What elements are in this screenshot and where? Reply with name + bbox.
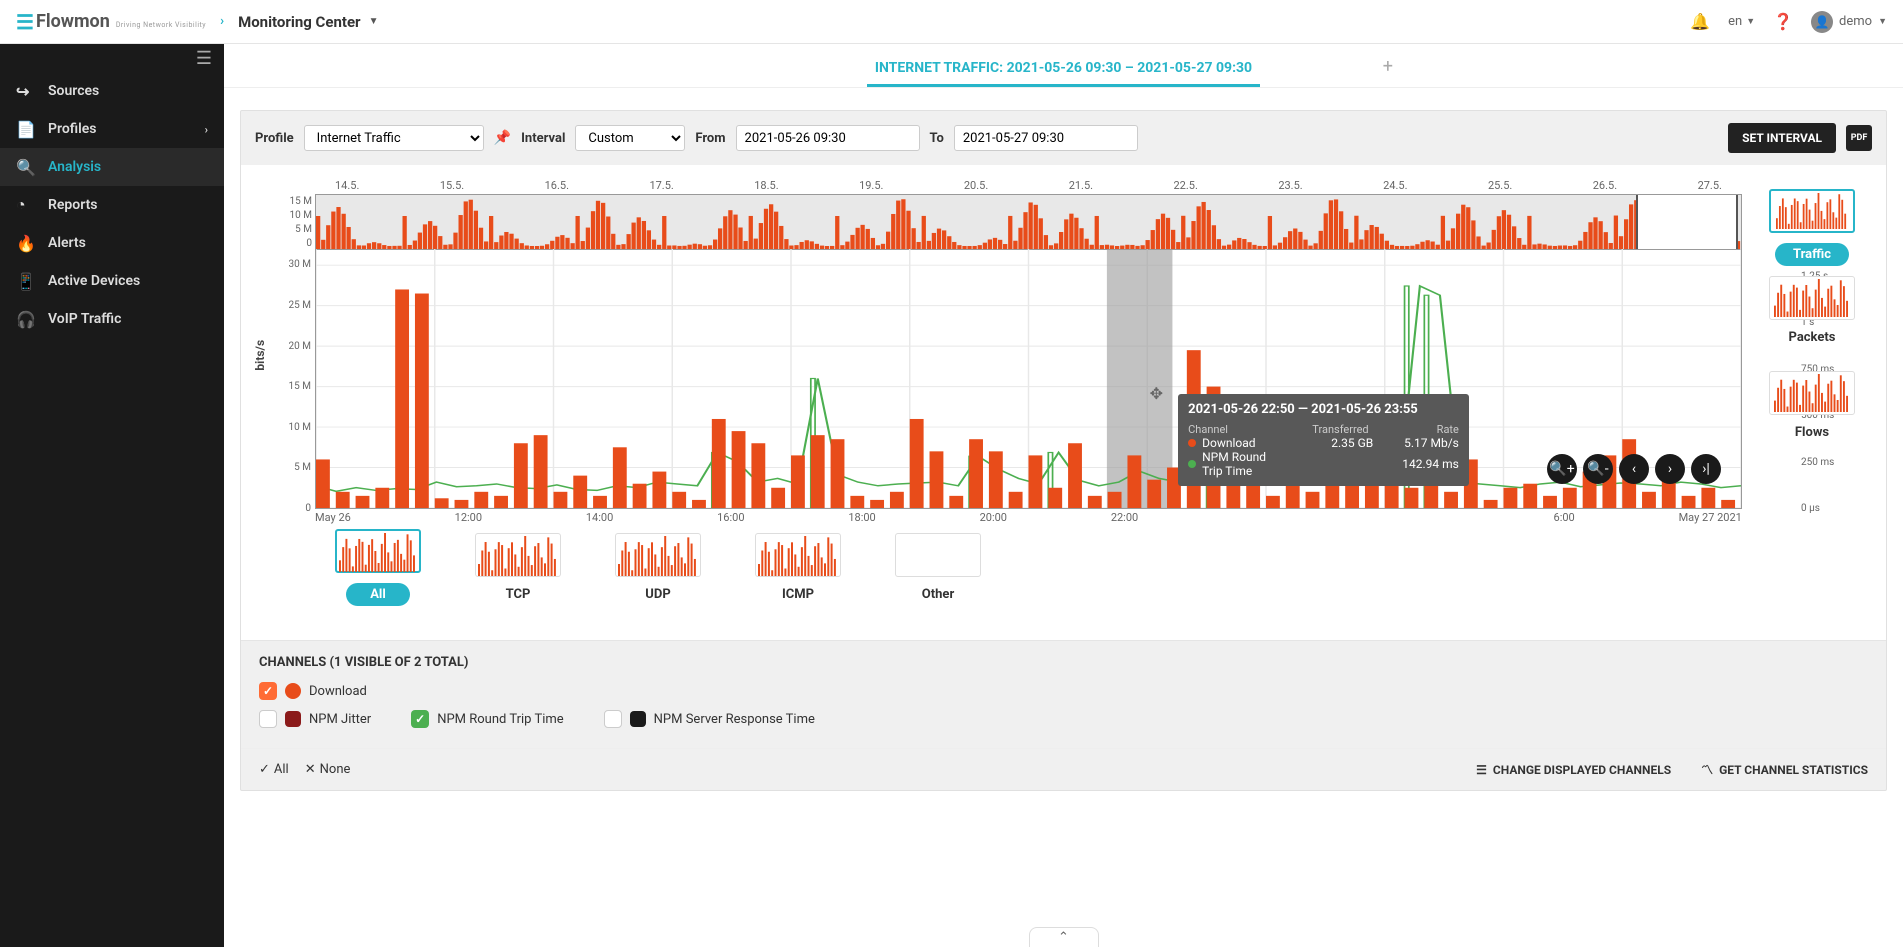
color-swatch [285,711,301,727]
change-channels-button[interactable]: ☰CHANGE DISPLAYED CHANNELS [1476,761,1671,778]
nav-icon: 🎧 [16,310,38,329]
nav-analysis[interactable]: 🔍Analysis [0,148,224,186]
nav-end-button[interactable]: ›| [1691,454,1721,484]
checkbox-icon[interactable]: ✓ [411,710,429,728]
tab-internet-traffic[interactable]: INTERNET TRAFFIC: 2021-05-26 09:30 – 202… [867,60,1260,87]
sidebar-toggle[interactable]: ☰ [0,44,224,72]
stats-icon: 〽 [1701,761,1713,778]
nav-sources[interactable]: ↪Sources [0,72,224,110]
export-pdf-button[interactable]: PDF [1846,125,1872,151]
chart-tab-icmp[interactable]: ICMP [755,533,841,602]
chart-tab-other[interactable]: Other [895,533,981,602]
chart-tabs: All TCP UDP ICMP Other [255,509,1752,626]
notifications-icon[interactable]: 🔔 [1690,12,1710,31]
bottom-panel-toggle[interactable]: ⌃ [1029,927,1099,947]
nav-next-button[interactable]: › [1655,454,1685,484]
color-swatch [285,683,301,699]
checkbox-icon[interactable]: ✓ [259,682,277,700]
nav-icon: 🔥 [16,234,38,253]
chevron-up-icon: ⌃ [1058,930,1069,945]
main-chart[interactable]: bits/s 🔍+ 🔍- ‹ › ›| ✥ 2021-05-26 22:5 [315,249,1742,509]
from-label: From [695,131,725,146]
zoom-out-button[interactable]: 🔍- [1583,454,1613,484]
analysis-panel: Profile Internet Traffic 📌 Interval Cust… [240,110,1887,791]
pin-icon[interactable]: 📌 [494,130,511,146]
y-axis-label: bits/s [253,339,267,370]
profile-label: Profile [255,131,294,146]
right-tab-packets[interactable] [1769,276,1855,320]
chart-tab-udp[interactable]: UDP [615,533,701,602]
channel-npm-round-trip-time[interactable]: ✓NPM Round Trip Time [411,710,563,728]
breadcrumb-sep-icon: › [220,14,224,29]
color-swatch [630,711,646,727]
chevron-down-icon: ▼ [1878,16,1887,27]
topbar: ☰ Flowmon Driving Network Visibility › M… [0,0,1903,44]
topbar-right: 🔔 en ▼ ❓ 👤 demo ▼ [1690,11,1887,33]
chart-tab-tcp[interactable]: TCP [475,533,561,602]
channel-stats-button[interactable]: 〽GET CHANNEL STATISTICS [1701,761,1868,778]
channel-npm-jitter[interactable]: NPM Jitter [259,710,371,728]
select-none-link[interactable]: ✕ None [305,762,351,777]
sidebar: ☰ ↪Sources📄Profiles›🔍Analysis◔Reports🔥Al… [0,44,224,947]
overview-chart[interactable]: 14.5.15.5.16.5.17.5.18.5.19.5.20.5.21.5.… [315,179,1742,249]
channel-npm-server-response-time[interactable]: NPM Server Response Time [604,710,815,728]
select-all-link[interactable]: ✓ All [259,762,289,777]
chart-tooltip: 2021-05-26 22:50 — 2021-05-26 23:55 Chan… [1178,394,1469,486]
logo-icon: ☰ [16,10,30,34]
checkbox-icon[interactable] [604,710,622,728]
from-input[interactable] [736,125,920,151]
nav-icon: ◔ [16,195,38,215]
user-avatar-icon: 👤 [1811,11,1833,33]
channels-footer: ✓ All ✕ None ☰CHANGE DISPLAYED CHANNELS … [241,748,1886,790]
right-tab-flows[interactable] [1769,371,1855,415]
nav-reports[interactable]: ◔Reports [0,186,224,224]
brand-name: Flowmon [36,11,110,32]
right-tab-traffic[interactable] [1769,189,1855,233]
language-selector[interactable]: en ▼ [1728,14,1755,29]
channels-title: CHANNELS (1 VISIBLE OF 2 TOTAL) [259,655,1868,670]
channel-download[interactable]: ✓Download [259,682,367,700]
language-label: en [1728,14,1742,29]
zoom-in-button[interactable]: 🔍+ [1547,454,1577,484]
set-interval-button[interactable]: SET INTERVAL [1728,123,1836,153]
chevron-down-icon: ▼ [1746,16,1755,27]
brand-tagline: Driving Network Visibility [116,21,206,29]
controls-bar: Profile Internet Traffic 📌 Interval Cust… [241,111,1886,165]
checkbox-icon[interactable] [259,710,277,728]
user-name: demo [1839,14,1872,29]
channels-section: CHANNELS (1 VISIBLE OF 2 TOTAL) ✓Downloa… [241,640,1886,748]
chart-nav-buttons: 🔍+ 🔍- ‹ › ›| [1547,454,1721,484]
main: INTERNET TRAFFIC: 2021-05-26 09:30 – 202… [224,44,1903,947]
profile-select[interactable]: Internet Traffic [304,125,484,151]
nav-active-devices[interactable]: 📱Active Devices [0,262,224,300]
user-menu[interactable]: 👤 demo ▼ [1811,11,1887,33]
nav-icon: 📱 [16,272,38,291]
breadcrumb[interactable]: Monitoring Center [238,13,361,31]
tooltip-title: 2021-05-26 22:50 — 2021-05-26 23:55 [1188,402,1459,417]
breadcrumb-caret-icon[interactable]: ▼ [369,16,379,27]
interval-label: Interval [521,131,565,146]
nav-alerts[interactable]: 🔥Alerts [0,224,224,262]
right-tab-btn-traffic[interactable]: Traffic [1775,243,1849,266]
tabs-row: INTERNET TRAFFIC: 2021-05-26 09:30 – 202… [224,44,1903,88]
nav-icon: 🔍 [16,158,38,177]
right-chart-tabs: TrafficPacketsFlows [1752,179,1872,626]
help-icon[interactable]: ❓ [1773,12,1793,31]
chart-area: 14.5.15.5.16.5.17.5.18.5.19.5.20.5.21.5.… [241,165,1886,640]
to-label: To [930,131,944,146]
nav-icon: 📄 [16,120,38,139]
nav-icon: ↪ [16,82,38,101]
interval-select[interactable]: Custom [575,125,685,151]
to-input[interactable] [954,125,1138,151]
tab-add-button[interactable]: + [1383,56,1393,87]
nav-profiles[interactable]: 📄Profiles› [0,110,224,148]
filter-icon: ☰ [1476,763,1487,777]
nav-prev-button[interactable]: ‹ [1619,454,1649,484]
chevron-right-icon: › [205,123,208,136]
brand-logo[interactable]: ☰ Flowmon Driving Network Visibility [16,10,206,34]
chart-tab-all[interactable]: All [335,529,421,606]
nav-voip-traffic[interactable]: 🎧VoIP Traffic [0,300,224,338]
